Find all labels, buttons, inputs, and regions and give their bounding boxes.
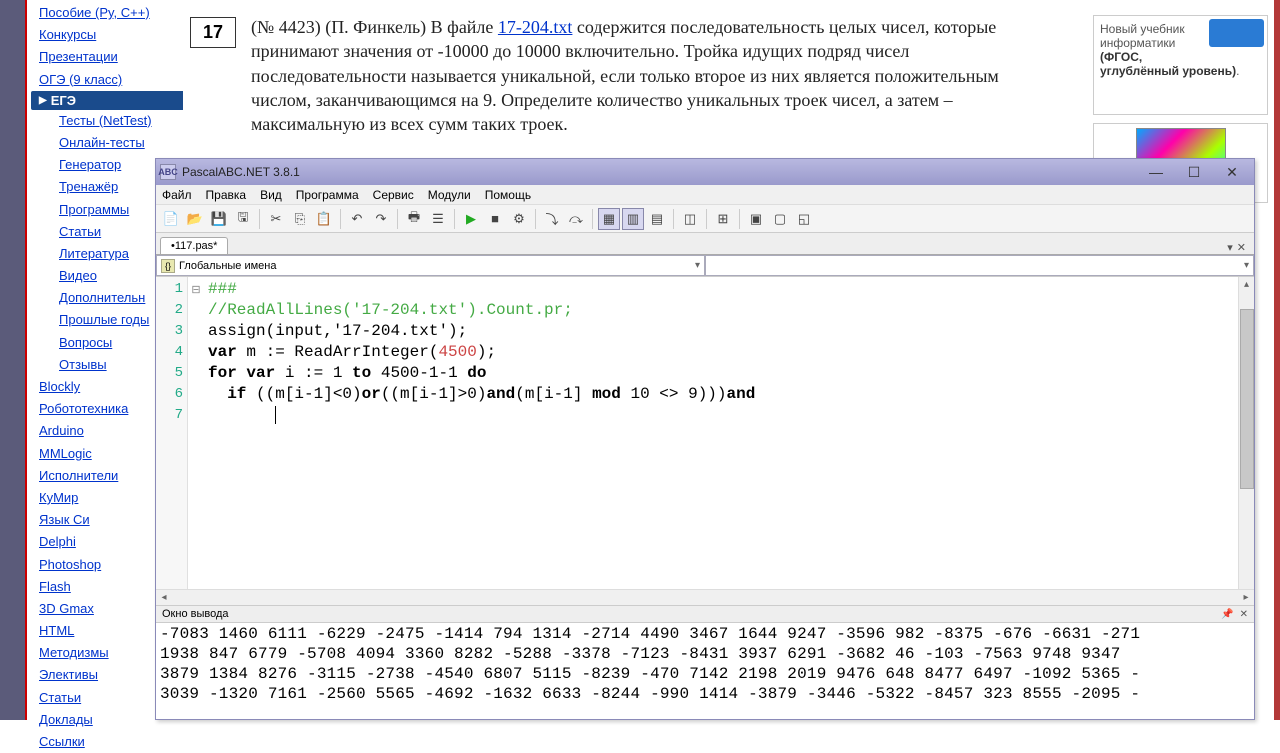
step-into-icon[interactable]: ⤵ bbox=[541, 208, 563, 230]
line-gutter: 1234567 bbox=[156, 277, 188, 589]
book-icon bbox=[1209, 19, 1264, 47]
close-icon[interactable]: ✕ bbox=[1240, 609, 1248, 620]
member-combo[interactable] bbox=[705, 255, 1254, 276]
task-text: (№ 4423) (П. Финкель) В файле 17-204.txt… bbox=[251, 15, 1051, 136]
fold-column[interactable]: ⊟ bbox=[188, 277, 204, 589]
tool-b-icon[interactable]: ▣ bbox=[745, 208, 767, 230]
nav-sublink[interactable]: Онлайн-тесты bbox=[31, 132, 183, 154]
menu-help[interactable]: Помощь bbox=[485, 188, 531, 202]
nav-section-ege[interactable]: ЕГЭ bbox=[31, 91, 183, 110]
window-title: PascalABC.NET 3.8.1 bbox=[182, 165, 1136, 179]
tab-dropdown-icon[interactable]: ▾ bbox=[1227, 241, 1233, 254]
output-panel[interactable]: -7083 1460 6111 -6229 -2475 -1414 794 13… bbox=[156, 623, 1254, 719]
menu-view[interactable]: Вид bbox=[260, 188, 282, 202]
file-link[interactable]: 17-204.txt bbox=[498, 17, 573, 37]
step-over-icon[interactable]: ⤼ bbox=[565, 208, 587, 230]
editor-hscroll[interactable]: ◂▸ bbox=[156, 589, 1254, 605]
ad-textbook[interactable]: Новый учебник информатики (ФГОС, углублё… bbox=[1093, 15, 1268, 115]
compile-icon[interactable]: ⚙ bbox=[508, 208, 530, 230]
undo-icon[interactable]: ↶ bbox=[346, 208, 368, 230]
properties-icon[interactable]: ☰ bbox=[427, 208, 449, 230]
nav-link[interactable]: Ссылки bbox=[31, 731, 183, 753]
redo-icon[interactable]: ↷ bbox=[370, 208, 392, 230]
nav-link[interactable]: Конкурсы bbox=[31, 24, 183, 46]
editor-vscroll[interactable]: ▴ bbox=[1238, 277, 1254, 589]
output-panel-header[interactable]: Окно вывода 📌 ✕ bbox=[156, 605, 1254, 623]
cut-icon[interactable]: ✂ bbox=[265, 208, 287, 230]
toolbar: 📄 📂 💾 🖫 ✂ ⎘ 📋 ↶ ↷ 🖶 ☰ ▶ ■ ⚙ ⤵ ⤼ ▦ ▥ ▤ ◫ … bbox=[156, 205, 1254, 233]
menu-edit[interactable]: Правка bbox=[206, 188, 247, 202]
tabbar: •117.pas* ▾ ✕ bbox=[156, 233, 1254, 255]
window-icon[interactable]: ◫ bbox=[679, 208, 701, 230]
menu-service[interactable]: Сервис bbox=[373, 188, 414, 202]
toggle-3-icon[interactable]: ▤ bbox=[646, 208, 668, 230]
nav-link[interactable]: Пособие (Py, C++) bbox=[31, 2, 183, 24]
task-number: 17 bbox=[190, 17, 236, 48]
titlebar[interactable]: ABC PascalABC.NET 3.8.1 — ☐ ✕ bbox=[156, 159, 1254, 185]
open-file-icon[interactable]: 📂 bbox=[184, 208, 206, 230]
new-file-icon[interactable]: 📄 bbox=[160, 208, 182, 230]
file-tab[interactable]: •117.pas* bbox=[160, 237, 228, 254]
menu-file[interactable]: Файл bbox=[162, 188, 192, 202]
ide-window: ABC PascalABC.NET 3.8.1 — ☐ ✕ Файл Правк… bbox=[155, 158, 1255, 720]
nav-link[interactable]: ОГЭ (9 класс) bbox=[31, 69, 183, 91]
menubar: Файл Правка Вид Программа Сервис Модули … bbox=[156, 185, 1254, 205]
code-editor[interactable]: 1234567 ⊟ ### //ReadAllLines('17-204.txt… bbox=[156, 277, 1254, 589]
tab-close-icon[interactable]: ✕ bbox=[1237, 241, 1246, 254]
tool-a-icon[interactable]: ⊞ bbox=[712, 208, 734, 230]
nav-sublink[interactable]: Тесты (NetTest) bbox=[31, 110, 183, 132]
stop-icon[interactable]: ■ bbox=[484, 208, 506, 230]
toggle-1-icon[interactable]: ▦ bbox=[598, 208, 620, 230]
app-icon: ABC bbox=[160, 164, 176, 180]
nav-link[interactable]: Презентации bbox=[31, 46, 183, 68]
maximize-button[interactable]: ☐ bbox=[1176, 162, 1212, 182]
paste-icon[interactable]: 📋 bbox=[313, 208, 335, 230]
menu-program[interactable]: Программа bbox=[296, 188, 359, 202]
scope-combos: {}Глобальные имена bbox=[156, 255, 1254, 277]
save-all-icon[interactable]: 🖫 bbox=[232, 208, 254, 230]
print-icon[interactable]: 🖶 bbox=[403, 208, 425, 230]
toggle-2-icon[interactable]: ▥ bbox=[622, 208, 644, 230]
pin-icon[interactable]: 📌 bbox=[1221, 609, 1233, 620]
copy-icon[interactable]: ⎘ bbox=[289, 208, 311, 230]
save-icon[interactable]: 💾 bbox=[208, 208, 230, 230]
tool-c-icon[interactable]: ▢ bbox=[769, 208, 791, 230]
close-button[interactable]: ✕ bbox=[1214, 162, 1250, 182]
menu-modules[interactable]: Модули bbox=[428, 188, 471, 202]
run-icon[interactable]: ▶ bbox=[460, 208, 482, 230]
tool-d-icon[interactable]: ◱ bbox=[793, 208, 815, 230]
minimize-button[interactable]: — bbox=[1138, 162, 1174, 182]
code-body[interactable]: ### //ReadAllLines('17-204.txt').Count.p… bbox=[204, 277, 1238, 589]
scope-combo[interactable]: {}Глобальные имена bbox=[156, 255, 705, 276]
